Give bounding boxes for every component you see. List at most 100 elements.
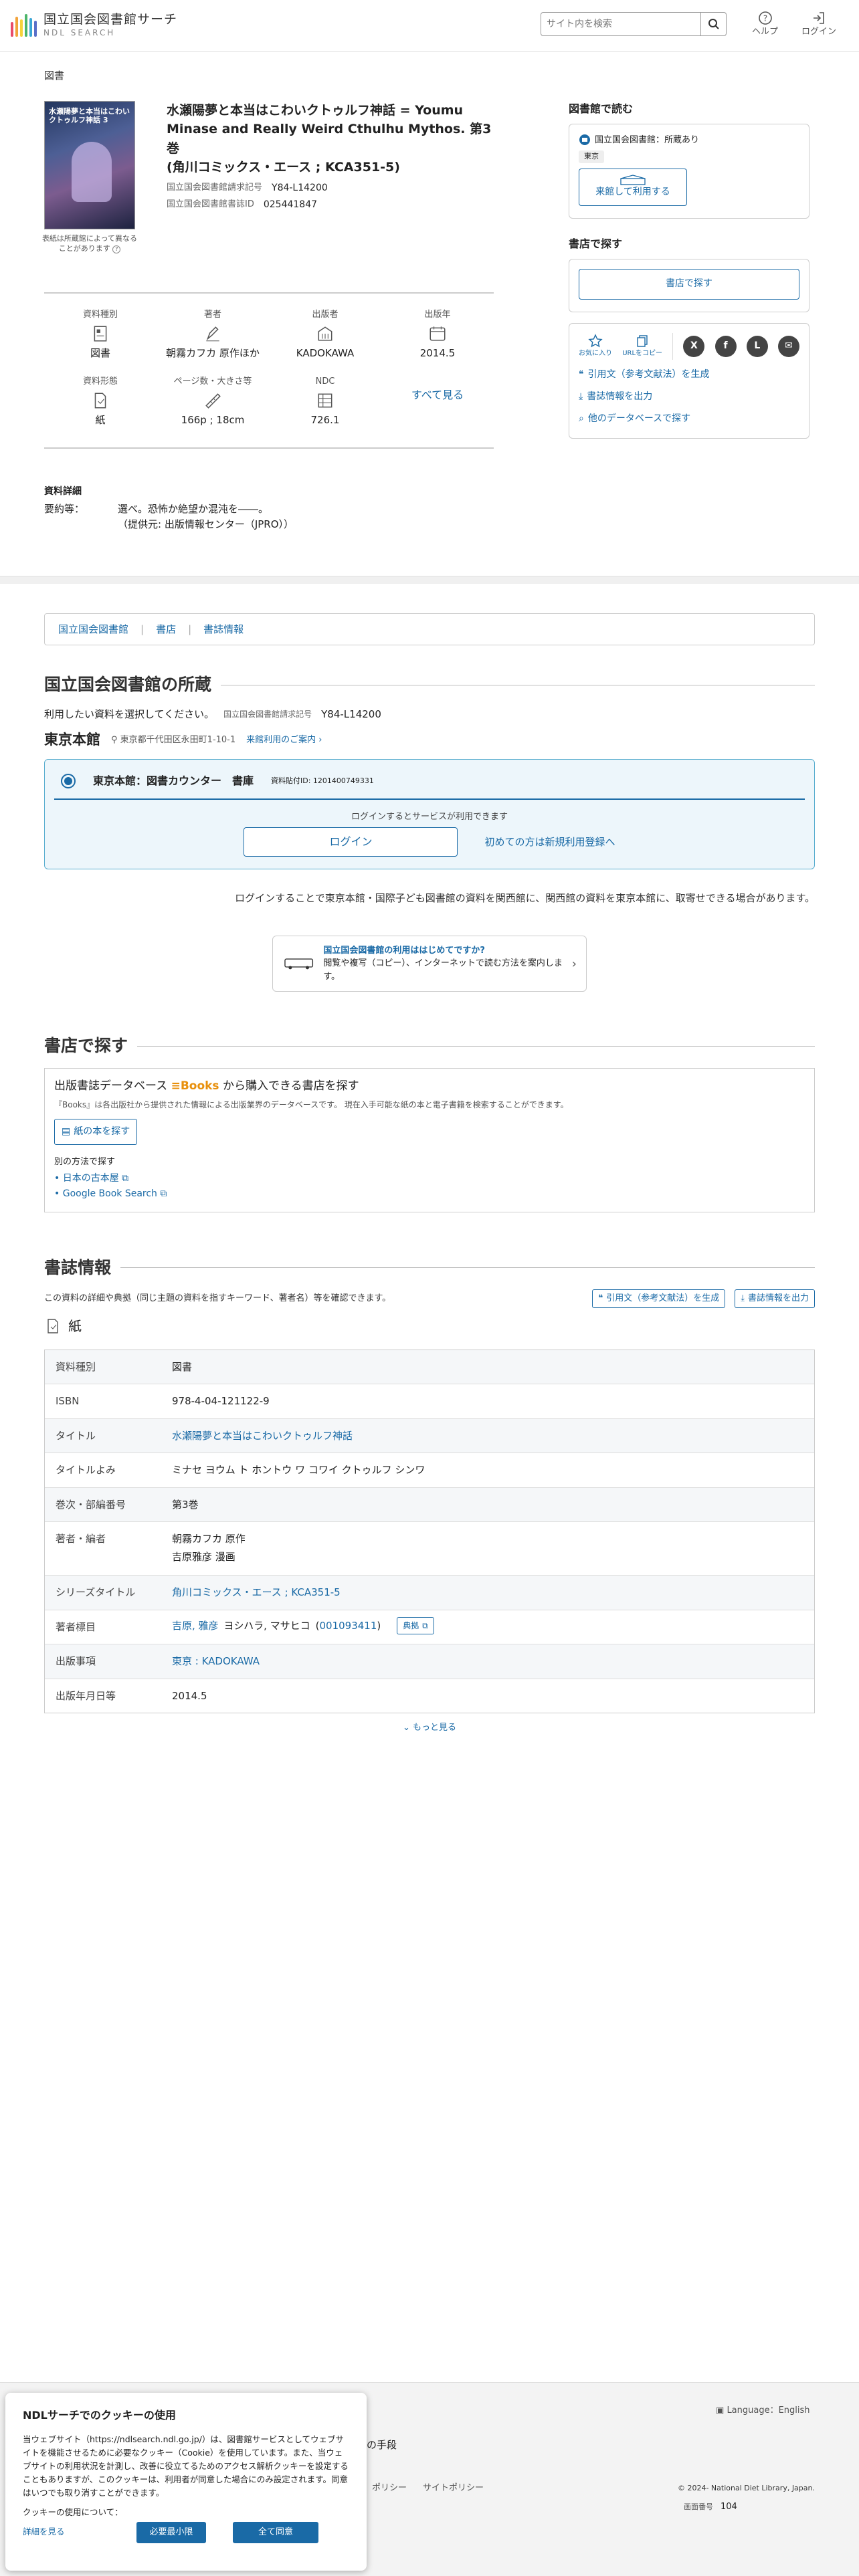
login-link[interactable]: ログイン [801,11,836,39]
visit-guide-label: 来館利用のご案内 [246,735,316,746]
read-heading: 図書館で読む [569,102,634,115]
help-icon: ? [758,11,772,25]
biblio-id-label: 国立国会図書館書誌ID [167,199,254,209]
biblio-cite-button[interactable]: ❝ 引用文（参考文献法）を生成 [592,1289,726,1308]
visit-button-label: 来館して利用する [595,187,670,197]
footer-policy-link[interactable]: ポリシー [372,2482,407,2495]
site-search [541,12,727,36]
screen-value: 104 [721,2502,737,2512]
holdings-heading-text: 国立国会図書館の所蔵 [44,675,212,695]
counter-name: 東京本館：図書カウンター 書庫 [93,774,254,787]
logo-mark-icon [11,14,37,37]
row-key: シリーズタイトル [56,1586,136,1599]
kosho-link[interactable]: • 日本の古本屋 ⧉ [54,1173,128,1184]
cookie-accept-button[interactable]: 全て同意 [233,2521,318,2543]
title-link[interactable]: 水瀬陽夢と本当はこわいクトゥルフ神話 [172,1419,353,1453]
line-share-icon[interactable]: L [746,335,768,357]
site-logo[interactable]: 国立国会図書館サーチ NDL SEARCH [11,13,177,39]
fact-value: 朝霧カフカ 原作ほか [166,346,260,359]
material-detail: 資料詳細 要約等： 選べ。恐怖か絶望か混沌を――。 （提供元: 出版情報センター（J… [44,485,815,532]
export-link[interactable]: ⤓ 書誌情報を出力 [579,390,799,404]
authority-button[interactable]: 典拠 ⧉ [397,1616,434,1634]
share-box: お気に入り URLをコピー X f L ✉ ❝ 引用文（参考文献法）を生成 ⤓ 書誌… [569,322,809,439]
table-row: 著者・編者 朝霧カフカ 原作 吉原雅彦 漫画 [45,1522,814,1576]
google-books-link[interactable]: • Google Book Search ⧉ [54,1188,167,1199]
holding-radio[interactable] [61,773,76,788]
x-share-icon[interactable]: X [683,335,705,357]
building-icon [318,326,332,341]
table-row: シリーズタイトル 角川コミックス・エース ; KCA351-5 [45,1576,814,1610]
paper-icon [94,393,106,409]
row-value: 図書 [172,1360,193,1373]
search-icon [708,19,719,29]
visit-button[interactable]: 来館して利用する [579,168,687,206]
authority-id-link[interactable]: 001093411 [320,1620,377,1632]
tab-ndl[interactable]: 国立国会図書館 [58,622,128,637]
kosho-label: 日本の古本屋 [62,1172,119,1184]
cookie-details-link[interactable]: 詳細を見る [23,2526,136,2539]
favorite-button[interactable]: お気に入り [579,334,612,358]
row-key: 出版事項 [56,1655,96,1668]
fact-value: 紙 [95,413,106,426]
search-button[interactable] [701,12,727,36]
row-key: タイトルよみ [56,1464,116,1477]
external-link-icon: ⧉ [122,1172,129,1184]
table-row: 資料種別 図書 [45,1350,814,1385]
biblio-export-button[interactable]: ⤓ 書誌情報を出力 [735,1289,815,1308]
copyright: © 2024- National Diet Library, Japan. [677,2484,815,2492]
holding-login-button[interactable]: ログイン [244,827,458,857]
other-db-link[interactable]: ⌕ 他のデータベースで探す [579,412,799,426]
footer-site-policy-link[interactable]: サイトポリシー [423,2482,484,2495]
fact-ndc: NDC 726.1 [269,375,381,427]
copy-url-label: URLをコピー [622,350,663,357]
fact-author: 著者 朝霧カフカ 原作ほか [157,308,269,360]
summary-label: 要約等： [44,503,85,516]
author-heading-link[interactable]: 吉原, 雅彦 [172,1618,219,1634]
help-link[interactable]: ? ヘルプ [752,11,778,39]
cookie-dialog: NDLサーチでのクッキーの使用 当ウェブサイト（https://ndlsearc… [5,2393,367,2571]
first-time-guide[interactable]: 国立国会図書館の利用ははじめてですか? 閲覧や複写（コピー）、インターネットで読む… [272,935,587,992]
cite-link[interactable]: ❝ 引用文（参考文献法）を生成 [579,368,799,382]
branch-name: 東京本館 [44,732,100,748]
author-manga: 吉原雅彦 漫画 [172,1550,235,1563]
search-small-icon: ⌕ [579,413,584,424]
chevron-down-icon: ⌄ [402,1723,410,1733]
login-icon [814,12,824,24]
cite-label: 引用文（参考文献法）を生成 [587,368,710,380]
row-key: 資料種別 [56,1360,96,1373]
copy-url-button[interactable]: URLをコピー [622,334,662,358]
biblio-table: 資料種別 図書 ISBN 978-4-04-121122-9 タイトル 水瀬陽夢と本当… [44,1349,815,1714]
cookie-title: NDLサーチでのクッキーの使用 [23,2409,176,2422]
see-all-link[interactable]: すべて見る [411,387,464,403]
store-button[interactable]: 書店で探す [579,268,799,300]
language-switch[interactable]: ▣ Language：English [716,2404,810,2418]
more-link[interactable]: ⌄ もっと見る [403,1723,456,1733]
cookie-necessary-button[interactable]: 必要最小限 [136,2521,206,2543]
visit-guide-link[interactable]: 来館利用のご案内 › [246,734,322,747]
paper-book-button[interactable]: ▤ 紙の本を探す [54,1119,138,1146]
tab-store[interactable]: 書店 [156,622,176,637]
fact-year: 出版年 2014.5 [381,308,494,360]
holding-item-card[interactable]: 東京本館：図書カウンター 書庫 資料貼付ID: 1201400749331 ログ… [44,758,815,870]
select-instruction: 利用したい資料を選択してください。 [44,708,215,720]
facebook-share-icon[interactable]: f [714,335,737,357]
table-row: タイトル 水瀬陽夢と本当はこわいクトゥルフ神話 [45,1418,814,1454]
format-label: 紙 [68,1317,82,1334]
info-icon[interactable]: ? [112,245,121,253]
search-input[interactable] [541,12,701,36]
series-link[interactable]: 角川コミックス・エース ; KCA351-5 [172,1576,341,1610]
favorite-label: お気に入り [579,350,612,357]
register-link[interactable]: 初めての方は新規利用登録へ [484,835,615,850]
store-section-heading: 書店で探す [44,1033,815,1059]
pen-icon [206,326,219,342]
facts-panel: 資料種別 図書 著者 朝霧カフカ 原作ほか 出版者 KADOKAWA 出版年 2014.… [44,292,494,449]
book-cover[interactable]: 水瀬陽夢と本当はこわいクトゥルフ神話 3 [44,100,135,229]
calendar-icon [430,326,446,341]
bus-icon [284,958,314,970]
row-key: 巻次・部編番号 [56,1498,126,1511]
tab-biblio[interactable]: 書誌情報 [203,622,244,637]
table-row: 巻次・部編番号 第3巻 [45,1487,814,1523]
publication-link[interactable]: 東京 : KADOKAWA [172,1644,260,1679]
store-box: 書店で探す [569,258,809,312]
email-share-icon[interactable]: ✉ [777,335,799,357]
